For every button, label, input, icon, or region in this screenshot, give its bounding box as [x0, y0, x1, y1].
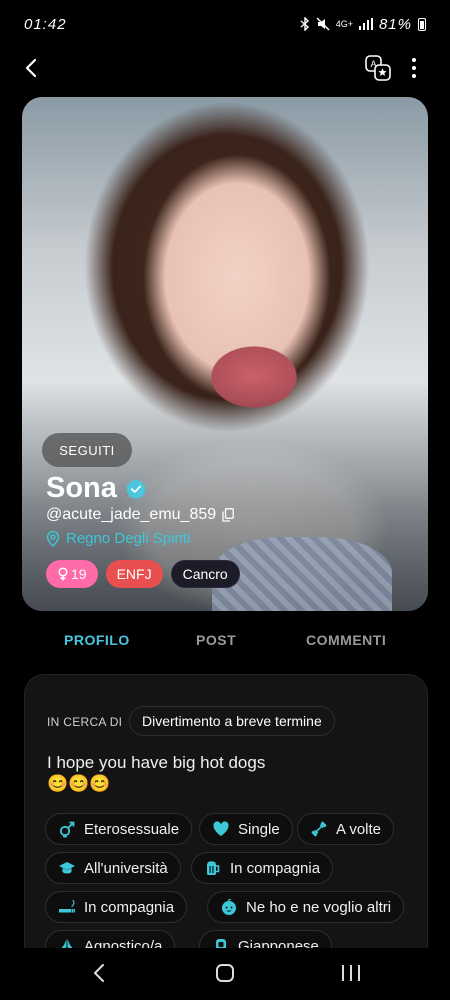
followed-badge[interactable]: SEGUITI — [42, 433, 132, 467]
nav-back-icon[interactable] — [92, 963, 108, 983]
bio: I hope you have big hot dogs 😊😊😊 — [47, 752, 387, 794]
profile-info-card: IN CERCA DI Divertimento a breve termine… — [24, 674, 428, 994]
battery-percent: 81% — [378, 15, 412, 33]
dumbbell-icon — [311, 821, 327, 837]
bluetooth-icon — [300, 17, 309, 31]
looking-for-value: Divertimento a breve termine — [129, 706, 335, 736]
tab-profile[interactable]: PROFILO — [64, 632, 130, 648]
chip-education: All'università — [45, 852, 181, 884]
cigarette-icon — [59, 899, 75, 913]
copy-icon[interactable] — [222, 508, 235, 522]
chip-label: Single — [238, 820, 280, 838]
nav-recents-icon[interactable] — [342, 965, 360, 981]
status-icons: 4G+ 81% — [300, 16, 426, 33]
more-options-icon[interactable] — [406, 56, 422, 80]
verified-icon — [125, 478, 146, 500]
mbti-tag: ENFJ — [105, 560, 163, 588]
chip-label: Eterosessuale — [84, 820, 180, 838]
nav-home-icon[interactable] — [216, 964, 234, 982]
translate-icon[interactable]: A — [364, 54, 392, 82]
signal-icon — [358, 18, 373, 30]
username-row: @acute_jade_emu_859 — [46, 506, 235, 524]
battery-icon — [418, 17, 426, 31]
username: @acute_jade_emu_859 — [46, 506, 217, 523]
heart-icon — [213, 821, 229, 836]
chip-label: All'università — [84, 859, 168, 877]
location-text: Regno Degli Spiriti — [66, 530, 191, 547]
female-icon — [58, 567, 68, 581]
chip-label: A volte — [336, 820, 382, 838]
location-row: Regno Degli Spiriti — [46, 530, 190, 547]
gender-icon — [59, 821, 75, 838]
profile-tags: 19 ENFJ Cancro — [46, 560, 240, 588]
chip-label: In compagnia — [84, 898, 175, 916]
location-pin-icon — [46, 530, 60, 547]
chip-label: Ne ho e ne voglio altri — [246, 898, 392, 916]
beer-mug-icon — [207, 861, 220, 875]
chip-relationship: Single — [199, 813, 293, 845]
baby-icon — [222, 898, 236, 915]
zodiac-tag: Cancro — [170, 560, 240, 588]
tab-comments[interactable]: COMMENTI — [306, 632, 386, 648]
chip-label: In compagnia — [230, 859, 321, 877]
chip-orientation: Eterosessuale — [45, 813, 193, 845]
looking-for-label: IN CERCA DI — [47, 715, 123, 729]
mute-icon — [316, 17, 330, 31]
chip-drinking: In compagnia — [191, 852, 334, 884]
profile-tabs: PROFILO POST COMMENTI — [0, 628, 450, 658]
bio-emoji: 😊😊😊 — [47, 774, 111, 793]
system-nav-bar — [0, 948, 450, 1000]
bio-line: I hope you have big hot dogs — [47, 753, 266, 772]
status-time: 01:42 — [24, 15, 67, 33]
back-icon[interactable] — [20, 56, 44, 80]
tab-post[interactable]: POST — [196, 632, 236, 648]
network-type: 4G+ — [335, 19, 353, 29]
chip-smoking: In compagnia — [45, 891, 188, 923]
top-bar: A — [0, 50, 450, 86]
profile-name-row: Sona — [46, 472, 147, 505]
graduation-cap-icon — [59, 862, 75, 874]
age-value: 19 — [71, 566, 87, 582]
chip-workout: A volte — [297, 813, 395, 845]
status-bar: 01:42 4G+ 81% — [0, 0, 450, 48]
profile-name: Sona — [46, 472, 117, 504]
age-tag: 19 — [46, 560, 98, 588]
chip-children: Ne ho e ne voglio altri — [207, 891, 405, 923]
